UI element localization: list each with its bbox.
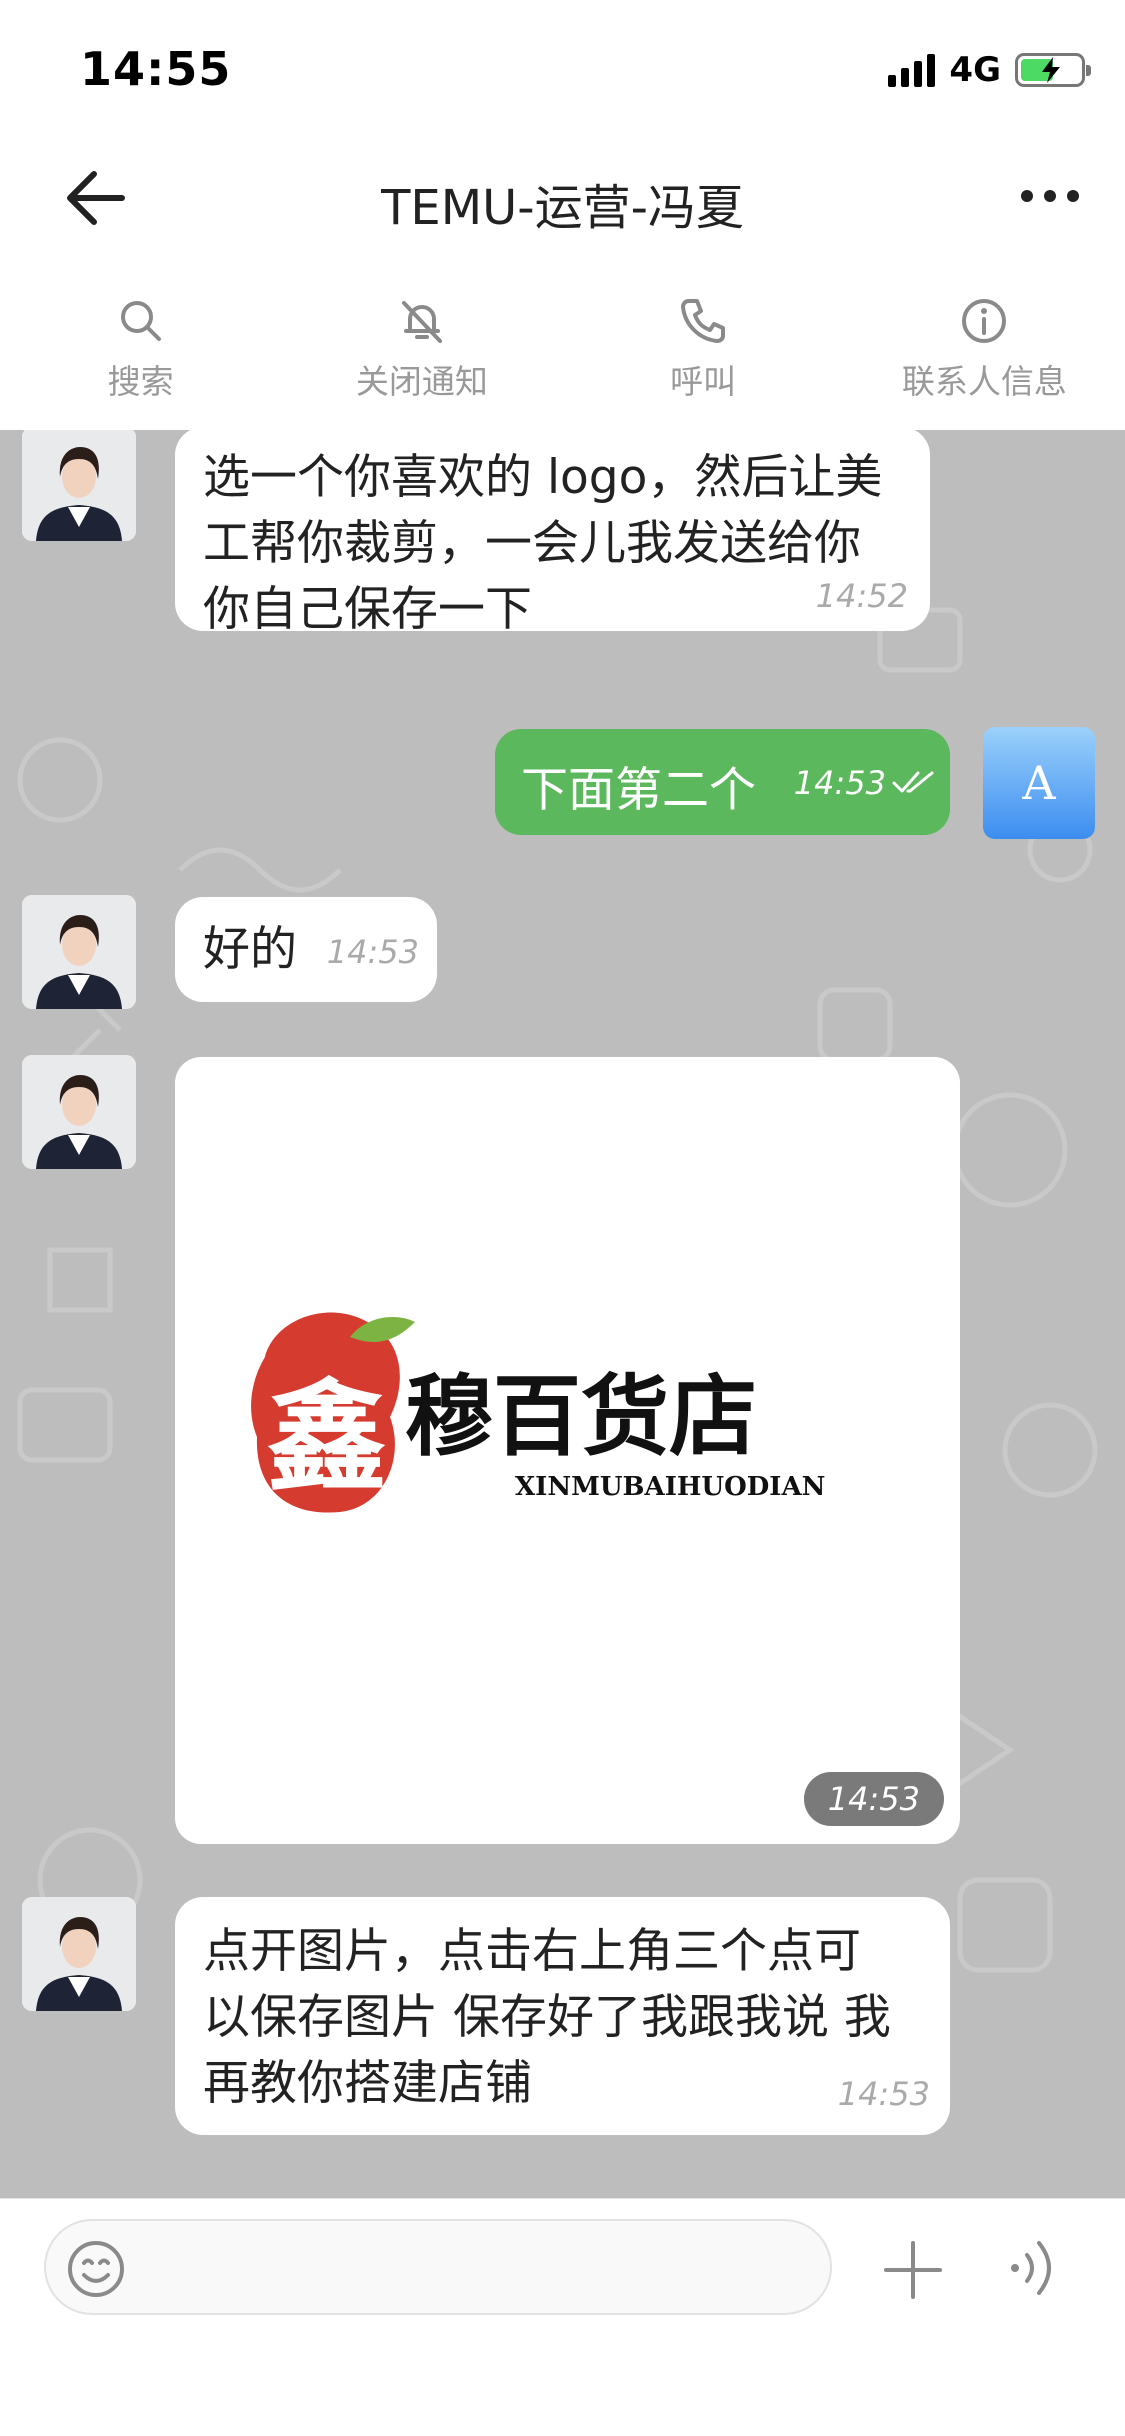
status-indicators: 4G [888, 48, 1091, 92]
message-input-bar [0, 2198, 1125, 2436]
message-time: 14:53 [326, 933, 419, 971]
chat-messages-area[interactable]: 选一个你喜欢的 logo，然后让美 工帮你裁剪，一会儿我发送给你 你自己保存一下… [0, 430, 1125, 2198]
contact-avatar[interactable] [22, 895, 136, 1009]
message-line: 点开图片，点击右上角三个点可 [203, 1924, 861, 1979]
voice-icon[interactable] [1005, 2235, 1065, 2301]
contact-avatar[interactable] [22, 1897, 136, 2011]
bell-off-icon [401, 301, 442, 343]
store-logo-image: 鑫 穆百货店 XINMUBAIHUODIAN [251, 1312, 825, 1513]
contact-info-action[interactable]: 联系人信息 [844, 255, 1125, 430]
phone-icon [681, 299, 726, 343]
call-action[interactable]: 呼叫 [563, 255, 844, 430]
message-line: 工帮你裁剪，一会儿我发送给你 [203, 516, 861, 571]
mute-notifications-action[interactable]: 关闭通知 [281, 255, 562, 430]
incoming-message-bubble[interactable]: 点开图片，点击右上角三个点可 以保存图片 保存好了我跟我说 我 再教你搭建店铺 … [175, 1897, 950, 2135]
contact-avatar-image [22, 895, 136, 1009]
message-text: 选一个你喜欢的 logo，然后让美 工帮你裁剪，一会儿我发送给你 你自己保存一下 [203, 445, 910, 643]
brand-text: 穆百货店 [405, 1364, 757, 1468]
call-action-label: 呼叫 [670, 362, 737, 401]
charging-bolt-icon [1042, 57, 1060, 83]
incoming-message-bubble[interactable]: 好的 14:53 [175, 897, 437, 1002]
status-time: 14:55 [80, 42, 232, 96]
emoji-icon[interactable] [66, 2239, 126, 2299]
plus-icon[interactable] [882, 2239, 944, 2301]
contact-avatar-image [22, 1055, 136, 1169]
message-time: 14:53 [837, 2075, 930, 2113]
my-avatar[interactable]: A [983, 727, 1095, 839]
info-icon [962, 299, 1007, 343]
battery-icon [1015, 53, 1091, 87]
read-receipt-icon [892, 771, 934, 793]
contact-avatar[interactable] [22, 430, 136, 541]
logo-glyph: 鑫 [267, 1367, 387, 1508]
message-line: 你自己保存一下 [203, 582, 532, 637]
contact-avatar-image [22, 430, 136, 541]
brand-caption: XINMUBAIHUODIAN [515, 1472, 825, 1502]
chat-title: TEMU-运营-冯夏 [381, 180, 744, 236]
contact-action-toolbar: 搜索 关闭通知 呼叫 联系人信息 [0, 255, 1125, 430]
message-text: 点开图片，点击右上角三个点可 以保存图片 保存好了我跟我说 我 再教你搭建店铺 [203, 1919, 930, 2117]
network-type: 4G [949, 50, 1001, 90]
search-action[interactable]: 搜索 [0, 255, 281, 430]
status-bar: 14:55 4G [0, 0, 1125, 140]
contact-info-label: 联系人信息 [901, 362, 1067, 401]
mute-notifications-label: 关闭通知 [355, 362, 488, 401]
message-line: 选一个你喜欢的 logo，然后让美 [203, 450, 883, 505]
contact-avatar[interactable] [22, 1055, 136, 1169]
incoming-message-bubble[interactable]: 选一个你喜欢的 logo，然后让美 工帮你裁剪，一会儿我发送给你 你自己保存一下… [175, 430, 930, 637]
outgoing-message-bubble[interactable]: 下面第二个 14:53 [495, 729, 950, 835]
message-line: 再教你搭建店铺 [203, 2056, 532, 2111]
image-message[interactable]: 鑫 穆百货店 XINMUBAIHUODIAN 14:53 [175, 1057, 960, 1844]
search-icon [120, 301, 161, 341]
message-input-container[interactable] [44, 2219, 832, 2315]
signal-icon [888, 53, 936, 87]
message-time: 14:52 [815, 577, 908, 615]
more-options-icon[interactable] [1015, 174, 1085, 218]
message-line: 以保存图片 保存好了我跟我说 我 [203, 1990, 891, 2045]
chat-header: TEMU-运营-冯夏 [0, 140, 1125, 255]
message-time: 14:53 [793, 764, 886, 802]
message-input[interactable] [166, 2239, 806, 2297]
contact-avatar-image [22, 1897, 136, 2011]
message-time: 14:53 [803, 1772, 944, 1826]
message-text: 下面第二个 [521, 763, 756, 818]
search-action-label: 搜索 [107, 362, 174, 401]
